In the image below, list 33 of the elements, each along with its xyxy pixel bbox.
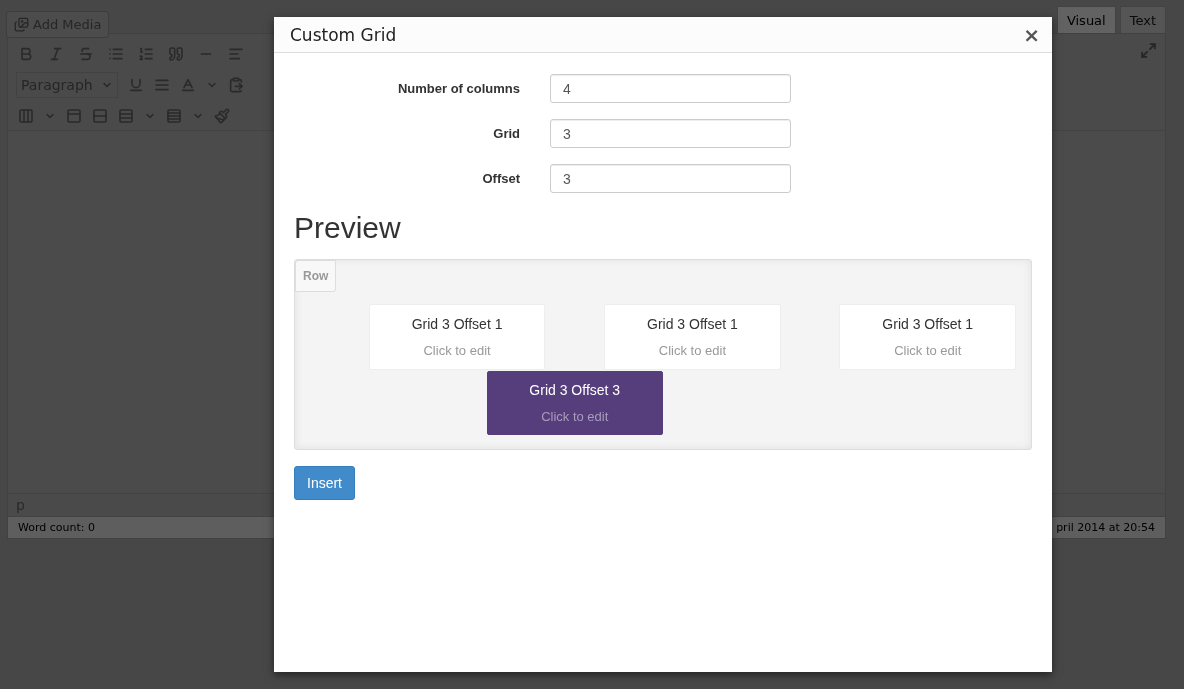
grid-column[interactable]: Grid 3 Offset 1 Click to edit: [368, 304, 546, 370]
input-field[interactable]: 3: [550, 164, 791, 193]
media-icon: [14, 17, 29, 32]
close-button[interactable]: ×: [1023, 24, 1040, 45]
preview-heading: Preview: [294, 211, 402, 245]
field-label: Number of columns: [396, 81, 520, 96]
rows-icon[interactable]: [118, 107, 134, 124]
text-color-icon[interactable]: [179, 76, 196, 93]
grid-column[interactable]: Grid 3 Offset 1 Click to edit: [839, 304, 1016, 370]
row-label: Row: [295, 260, 337, 292]
columns-icon[interactable]: [18, 107, 34, 124]
underline-icon[interactable]: [127, 76, 144, 93]
panel-icon[interactable]: [66, 107, 82, 124]
insert-button[interactable]: Insert: [294, 466, 355, 500]
paste-icon[interactable]: [227, 76, 244, 93]
quote-icon[interactable]: [168, 45, 184, 62]
rows-icon[interactable]: [166, 107, 182, 124]
fullscreen-icon[interactable]: [1140, 42, 1157, 59]
input-field[interactable]: 3: [550, 119, 791, 148]
input-field[interactable]: 4: [550, 74, 791, 103]
rows-icon[interactable]: [92, 107, 108, 124]
word-count: Word count: 0: [18, 521, 95, 534]
bold-icon[interactable]: [18, 45, 34, 62]
field-label: Offset: [481, 171, 520, 186]
dialog-title: Custom Grid: [290, 24, 397, 45]
last-edited: pril 2014 at 20:54: [1056, 521, 1155, 534]
grid-column[interactable]: Grid 3 Offset 1 Click to edit: [604, 304, 781, 370]
italic-icon[interactable]: [48, 45, 64, 62]
grid-column[interactable]: Grid 3 Offset 3 Click to edit: [486, 371, 663, 435]
numbered-list-icon[interactable]: [138, 45, 154, 62]
brush-icon[interactable]: [214, 107, 230, 124]
strikethrough-icon[interactable]: [78, 45, 94, 62]
field-label: Grid: [492, 126, 520, 141]
